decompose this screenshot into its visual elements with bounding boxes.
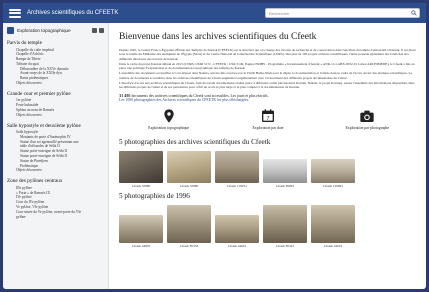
photo-thumbnail[interactable] xyxy=(263,158,307,183)
sidebar-section: Zone des pylônes centraux IIIe pylône « Po… xyxy=(7,178,104,219)
list-icon[interactable] xyxy=(99,28,104,33)
feature-topographic[interactable]: Exploration topographique xyxy=(134,108,204,130)
search-input[interactable]: Rechercher xyxy=(265,8,420,18)
section-title-1996: 5 photographies de 1996 xyxy=(119,191,190,200)
photo-card[interactable]: Cfeetk 52880 xyxy=(167,150,211,188)
page-title: Bienvenue dans les archives scientifique… xyxy=(119,32,317,42)
intro-paragraph: L'ensemble des documents accessibles ici… xyxy=(119,71,413,80)
photo-card[interactable]: Cfeetk 44605 xyxy=(119,214,163,248)
photo-card[interactable]: Cfeetk 85341 xyxy=(263,204,307,248)
photo-card[interactable]: Cfeetk 44601 xyxy=(215,214,259,248)
sidebar-item[interactable]: Objets découverts xyxy=(7,113,104,118)
photo-thumbnail[interactable] xyxy=(311,204,355,243)
top-downloads-link[interactable]: Les 1000 photographies des Archives scie… xyxy=(119,98,417,102)
camera-icon[interactable] xyxy=(359,108,375,124)
photo-caption[interactable]: Cfeetk 44605 xyxy=(132,244,150,248)
photo-card[interactable]: Cfeetk 118231 xyxy=(215,150,259,188)
photo-strip-1996: Cfeetk 44605 Cfeetk 85353 Cfeetk 44601 C… xyxy=(119,204,417,248)
svg-text:7: 7 xyxy=(267,116,270,122)
photo-caption[interactable]: Cfeetk 85801 xyxy=(276,184,294,188)
sidebar-item[interactable]: Objets découverts xyxy=(7,81,104,86)
sidebar-item[interactable]: Objets découverts xyxy=(7,168,104,173)
sidebar-view-toggle[interactable] xyxy=(92,28,104,33)
map-pin-icon[interactable] xyxy=(161,108,177,124)
photo-card[interactable]: Cfeetk 85353 xyxy=(167,204,211,248)
photo-caption[interactable]: Cfeetk 120891 xyxy=(323,184,343,188)
top-bar: Archives scientifiques du CFEETK Recherc… xyxy=(3,3,426,23)
calendar-icon[interactable]: 7 xyxy=(260,108,276,124)
menu-icon[interactable] xyxy=(9,8,21,18)
map-icon xyxy=(7,27,14,34)
intro-paragraph: L'interface d'accès aux archives scienti… xyxy=(119,81,415,90)
sidebar-section: Grande cour et premier pylône 1er pylône P… xyxy=(7,91,104,118)
search-placeholder: Rechercher xyxy=(269,11,290,16)
intro-paragraph: Dans le cadre du projet Karnak débuté en… xyxy=(119,61,415,71)
photo-thumbnail[interactable] xyxy=(119,214,163,243)
feature-date[interactable]: 7 Exploration par date xyxy=(233,108,303,130)
feature-label[interactable]: Exploration par date xyxy=(252,126,283,130)
sidebar-header: Exploration topographique xyxy=(7,27,104,34)
sidebar-section: Parvis du temple Chapelle du culte impéri… xyxy=(7,40,104,86)
site-title[interactable]: Archives scientifiques du CFEETK xyxy=(27,10,118,16)
exploration-options: Exploration topographique 7 Exploration … xyxy=(119,108,417,130)
intro-paragraph: Depuis 1967, le Centre Franco-Égyptien d… xyxy=(119,48,416,61)
main-content: Bienvenue dans les archives scientifique… xyxy=(113,23,423,289)
photo-card[interactable]: Cfeetk 85801 xyxy=(263,158,307,188)
sidebar: Exploration topographique Parvis du temp… xyxy=(3,23,109,289)
photo-thumbnail[interactable] xyxy=(215,150,259,183)
sidebar-section: Salle hypostyle et deuxième pylône Salle … xyxy=(7,123,104,174)
photo-caption[interactable]: Cfeetk 118231 xyxy=(227,184,247,188)
photo-thumbnail[interactable] xyxy=(215,214,259,243)
intro-text: Depuis 1967, le Centre Franco-Égyptien d… xyxy=(119,48,417,90)
sidebar-section-title[interactable]: Grande cour et premier pylône xyxy=(7,91,104,97)
photo-card[interactable]: Cfeetk 44919 xyxy=(311,204,355,248)
feature-label[interactable]: Exploration topographique xyxy=(148,126,189,130)
photo-strip-archives: Cfeetk 52880 Cfeetk 52880 Cfeetk 118231 … xyxy=(119,150,417,188)
photo-thumbnail[interactable] xyxy=(119,150,163,183)
photo-card[interactable]: Cfeetk 52880 xyxy=(119,150,163,188)
photo-caption[interactable]: Cfeetk 52880 xyxy=(132,184,150,188)
photo-thumbnail[interactable] xyxy=(311,158,355,183)
photo-thumbnail[interactable] xyxy=(263,204,307,243)
sidebar-header-label: Exploration topographique xyxy=(17,28,71,33)
photo-caption[interactable]: Cfeetk 44601 xyxy=(228,244,246,248)
photo-caption[interactable]: Cfeetk 85341 xyxy=(276,244,294,248)
photo-thumbnail[interactable] xyxy=(167,204,211,243)
photo-caption[interactable]: Cfeetk 52880 xyxy=(180,184,198,188)
photo-thumbnail[interactable] xyxy=(167,150,211,183)
photo-caption[interactable]: Cfeetk 85353 xyxy=(180,244,198,248)
photo-card[interactable]: Cfeetk 120891 xyxy=(311,158,355,188)
photo-caption[interactable]: Cfeetk 44919 xyxy=(324,244,342,248)
app-window: Archives scientifiques du CFEETK Recherc… xyxy=(3,3,426,289)
feature-label[interactable]: Exploration par photographe xyxy=(345,126,389,130)
sidebar-section-title[interactable]: Salle hypostyle et deuxième pylône xyxy=(7,123,104,129)
sidebar-section-title[interactable]: Zone des pylônes centraux xyxy=(7,178,104,184)
search-icon[interactable] xyxy=(411,10,417,16)
section-title-archives: 5 photographies des archives scientifiqu… xyxy=(119,137,271,146)
feature-photographer[interactable]: Exploration par photographe xyxy=(332,108,402,130)
document-count-number: 31 495 xyxy=(119,92,131,98)
sidebar-section-title[interactable]: Parvis du temple xyxy=(7,40,104,46)
sidebar-item[interactable]: pylône xyxy=(7,215,104,220)
grid-icon[interactable] xyxy=(92,28,97,33)
sidebar-sections: Parvis du temple Chapelle du culte impéri… xyxy=(7,40,104,219)
